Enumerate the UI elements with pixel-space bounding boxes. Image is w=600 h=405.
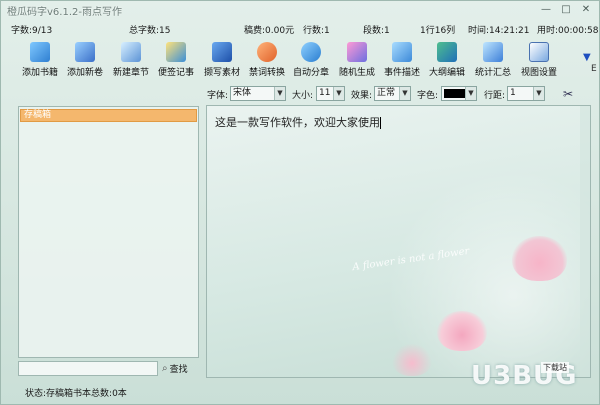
- paragraph-count: 段数:1: [363, 26, 390, 36]
- chevron-down-icon: ▼: [533, 87, 544, 100]
- tool-label: 撷写素材: [204, 68, 241, 78]
- total-words: 总字数:15: [129, 26, 171, 36]
- size-select[interactable]: 11 ▼: [316, 86, 345, 101]
- font-label: 字体:: [207, 91, 229, 101]
- line-spacing-value: 1: [510, 88, 516, 98]
- random-generate-button[interactable]: 随机生成: [339, 40, 375, 80]
- flower-decoration: [512, 236, 567, 281]
- title-bar: 橙瓜码字v6.1.2-雨点写作 — □ ✕: [1, 1, 599, 20]
- editor-content[interactable]: 这是一款写作软件，欢迎大家使用: [215, 114, 381, 130]
- tool-label: 视图设置: [521, 68, 558, 78]
- toolbar-overflow-item[interactable]: E: [591, 64, 597, 74]
- watermark-subtitle: 下载站: [541, 362, 569, 373]
- word-count: 字数:9/13: [11, 26, 53, 36]
- window-controls: — □ ✕: [537, 3, 595, 17]
- chevron-down-icon: ▼: [333, 87, 344, 100]
- editor-text: 这是一款写作软件，欢迎大家使用: [215, 116, 380, 129]
- cursor-position: 1行16列: [420, 26, 456, 36]
- event-description-button[interactable]: 事件描述: [384, 40, 420, 80]
- new-chapter-icon: [121, 42, 141, 62]
- status-text: 状态:存稿箱书本总数:0本: [25, 389, 127, 399]
- chevron-down-icon: ▼: [399, 87, 410, 100]
- tool-label: 大纲编辑: [429, 68, 466, 78]
- split-chapter-button[interactable]: 自动分章: [293, 40, 329, 80]
- text-caret: [380, 117, 381, 129]
- toolbar: 添加书籍 添加新卷 新建章节 便签记事 撷写素材 禁词转换 自动分章 随机生成: [1, 38, 599, 82]
- material-icon: [212, 42, 232, 62]
- maximize-button[interactable]: □: [557, 3, 575, 17]
- outline-book-icon: [437, 42, 457, 62]
- tool-label: 事件描述: [384, 68, 421, 78]
- add-book-button[interactable]: 添加书籍: [22, 40, 58, 80]
- event-folder-icon: [392, 42, 412, 62]
- split-chapter-icon: [301, 42, 321, 62]
- search-input[interactable]: [18, 361, 158, 376]
- scissors-icon[interactable]: ✂: [563, 87, 573, 101]
- royalty: 稿费:0.00元: [244, 26, 295, 36]
- convert-button[interactable]: 禁词转换: [249, 40, 285, 80]
- add-volume-button[interactable]: 添加新卷: [67, 40, 103, 80]
- tool-label: 便签记事: [158, 68, 195, 78]
- search-button-label: 查找: [169, 365, 188, 375]
- text-editor[interactable]: 这是一款写作软件，欢迎大家使用 A flower is not a flower: [206, 105, 591, 378]
- add-book-icon: [30, 42, 50, 62]
- outline-edit-button[interactable]: 大纲编辑: [429, 40, 465, 80]
- chevron-down-icon: ▼: [465, 87, 476, 100]
- tool-label: 禁词转换: [249, 68, 286, 78]
- format-bar: 字体: 宋体 ▼ 大小: 11 ▼ 效果: 正常 ▼ 字色: ▼ 行距: 1 ▼: [1, 84, 599, 104]
- tool-label: 统计汇总: [475, 68, 512, 78]
- view-settings-button[interactable]: 视图设置: [521, 40, 557, 80]
- book-tree: 存稿箱: [18, 106, 199, 358]
- tool-label: 自动分章: [293, 68, 330, 78]
- tool-label: 随机生成: [339, 68, 376, 78]
- new-chapter-button[interactable]: 新建章节: [113, 40, 149, 80]
- line-count: 行数:1: [303, 26, 330, 36]
- text-color-select[interactable]: ▼: [441, 86, 477, 101]
- flower-decoration: [437, 311, 487, 351]
- sticky-note-icon: [166, 42, 186, 62]
- tool-label: 添加新卷: [67, 68, 104, 78]
- line-spacing-label: 行距:: [484, 91, 506, 101]
- toolbar-more-icon[interactable]: ▼: [583, 52, 591, 63]
- effect-select[interactable]: 正常 ▼: [374, 86, 411, 101]
- tool-label: 新建章节: [113, 68, 150, 78]
- sticky-note-button[interactable]: 便签记事: [158, 40, 194, 80]
- background-script-text: A flower is not a flower: [351, 245, 470, 274]
- statistics-button[interactable]: 统计汇总: [475, 40, 511, 80]
- stats-bar: 字数:9/13 总字数:15 稿费:0.00元 行数:1 段数:1 1行16列 …: [1, 20, 599, 38]
- elapsed-time: 用时:00:00:58: [537, 26, 599, 36]
- search-icon: ⌕: [162, 363, 168, 374]
- statistics-icon: [483, 42, 503, 62]
- size-label: 大小:: [292, 91, 314, 101]
- font-value: 宋体: [233, 88, 252, 98]
- flower-decoration: [392, 344, 432, 376]
- search-button[interactable]: ⌕ 查找: [162, 362, 188, 375]
- font-select[interactable]: 宋体 ▼: [230, 86, 286, 101]
- editor-scrollbar[interactable]: [580, 106, 590, 377]
- effect-label: 效果:: [351, 91, 373, 101]
- tool-label: 添加书籍: [22, 68, 59, 78]
- effect-value: 正常: [377, 88, 396, 98]
- close-button[interactable]: ✕: [577, 3, 595, 17]
- convert-icon: [257, 42, 277, 62]
- app-title: 橙瓜码字v6.1.2-雨点写作: [7, 7, 122, 18]
- view-settings-icon: [529, 42, 549, 62]
- chevron-down-icon: ▼: [274, 87, 285, 100]
- size-value: 11: [319, 88, 331, 98]
- line-spacing-select[interactable]: 1 ▼: [507, 86, 545, 101]
- app-window: 橙瓜码字v6.1.2-雨点写作 — □ ✕ 字数:9/13 总字数:15 稿费:…: [0, 0, 600, 405]
- tree-item-drafts[interactable]: 存稿箱: [20, 109, 197, 122]
- material-button[interactable]: 撷写素材: [204, 40, 240, 80]
- add-volume-icon: [75, 42, 95, 62]
- random-generate-icon: [347, 42, 367, 62]
- current-time: 时间:14:21:21: [468, 26, 530, 36]
- color-label: 字色:: [417, 91, 439, 101]
- minimize-button[interactable]: —: [537, 3, 555, 17]
